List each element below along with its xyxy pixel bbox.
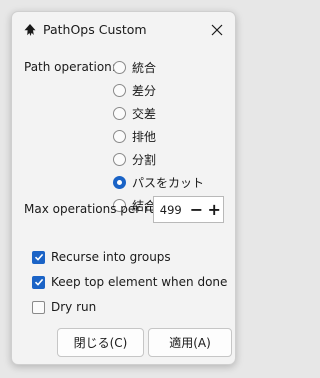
- checkbox-checked: [32, 250, 45, 264]
- radio-union[interactable]: 統合: [113, 58, 156, 76]
- radio-exclusion[interactable]: 排他: [113, 127, 156, 145]
- button-label: 閉じる(C): [73, 336, 128, 350]
- decrement-button[interactable]: −: [188, 197, 206, 222]
- max-operations-input[interactable]: 499: [154, 203, 188, 217]
- title-bar: PathOps Custom: [12, 12, 235, 48]
- radio-button: [113, 83, 126, 97]
- close-icon: [211, 24, 223, 36]
- checkmark-icon: [34, 278, 43, 286]
- button-label: 適用(A): [169, 336, 211, 350]
- radio-division[interactable]: 分割: [113, 150, 156, 168]
- radio-difference[interactable]: 差分: [113, 81, 156, 99]
- max-operations-label: Max operations per run: [24, 202, 165, 216]
- radio-intersection[interactable]: 交差: [113, 104, 156, 122]
- close-dialog-button[interactable]: 閉じる(C): [57, 328, 144, 357]
- radio-button: [113, 106, 126, 120]
- radio-button: [113, 152, 126, 166]
- keep-top-element-checkbox[interactable]: Keep top element when done: [32, 273, 227, 291]
- radio-label: 分割: [132, 152, 157, 167]
- pathops-dialog: PathOps Custom Path operation: 統合 差分 交差 …: [11, 11, 236, 365]
- radio-cut-path[interactable]: パスをカット: [113, 173, 204, 191]
- close-button[interactable]: [205, 18, 229, 42]
- checkmark-icon: [34, 253, 43, 261]
- increment-button[interactable]: +: [205, 197, 223, 222]
- inkscape-logo-icon: [24, 24, 36, 36]
- radio-button: [113, 60, 126, 74]
- recurse-groups-checkbox[interactable]: Recurse into groups: [32, 248, 171, 266]
- radio-label: 統合: [132, 60, 157, 75]
- checkbox-label: Keep top element when done: [51, 275, 228, 289]
- radio-button: [113, 129, 126, 143]
- path-operation-label: Path operation:: [24, 60, 116, 74]
- dry-run-checkbox[interactable]: Dry run: [32, 298, 96, 316]
- radio-button-selected: [113, 175, 126, 189]
- radio-label: パスをカット: [132, 175, 205, 190]
- radio-label: 排他: [132, 129, 157, 144]
- checkbox-checked: [32, 275, 45, 289]
- window-title: PathOps Custom: [43, 22, 147, 37]
- max-operations-spinbutton: 499 − +: [153, 196, 224, 223]
- radio-label: 差分: [132, 83, 157, 98]
- checkbox-label: Recurse into groups: [51, 250, 171, 264]
- radio-label: 交差: [132, 106, 157, 121]
- apply-button[interactable]: 適用(A): [148, 328, 232, 357]
- checkbox-unchecked: [32, 300, 45, 314]
- checkbox-label: Dry run: [51, 300, 97, 314]
